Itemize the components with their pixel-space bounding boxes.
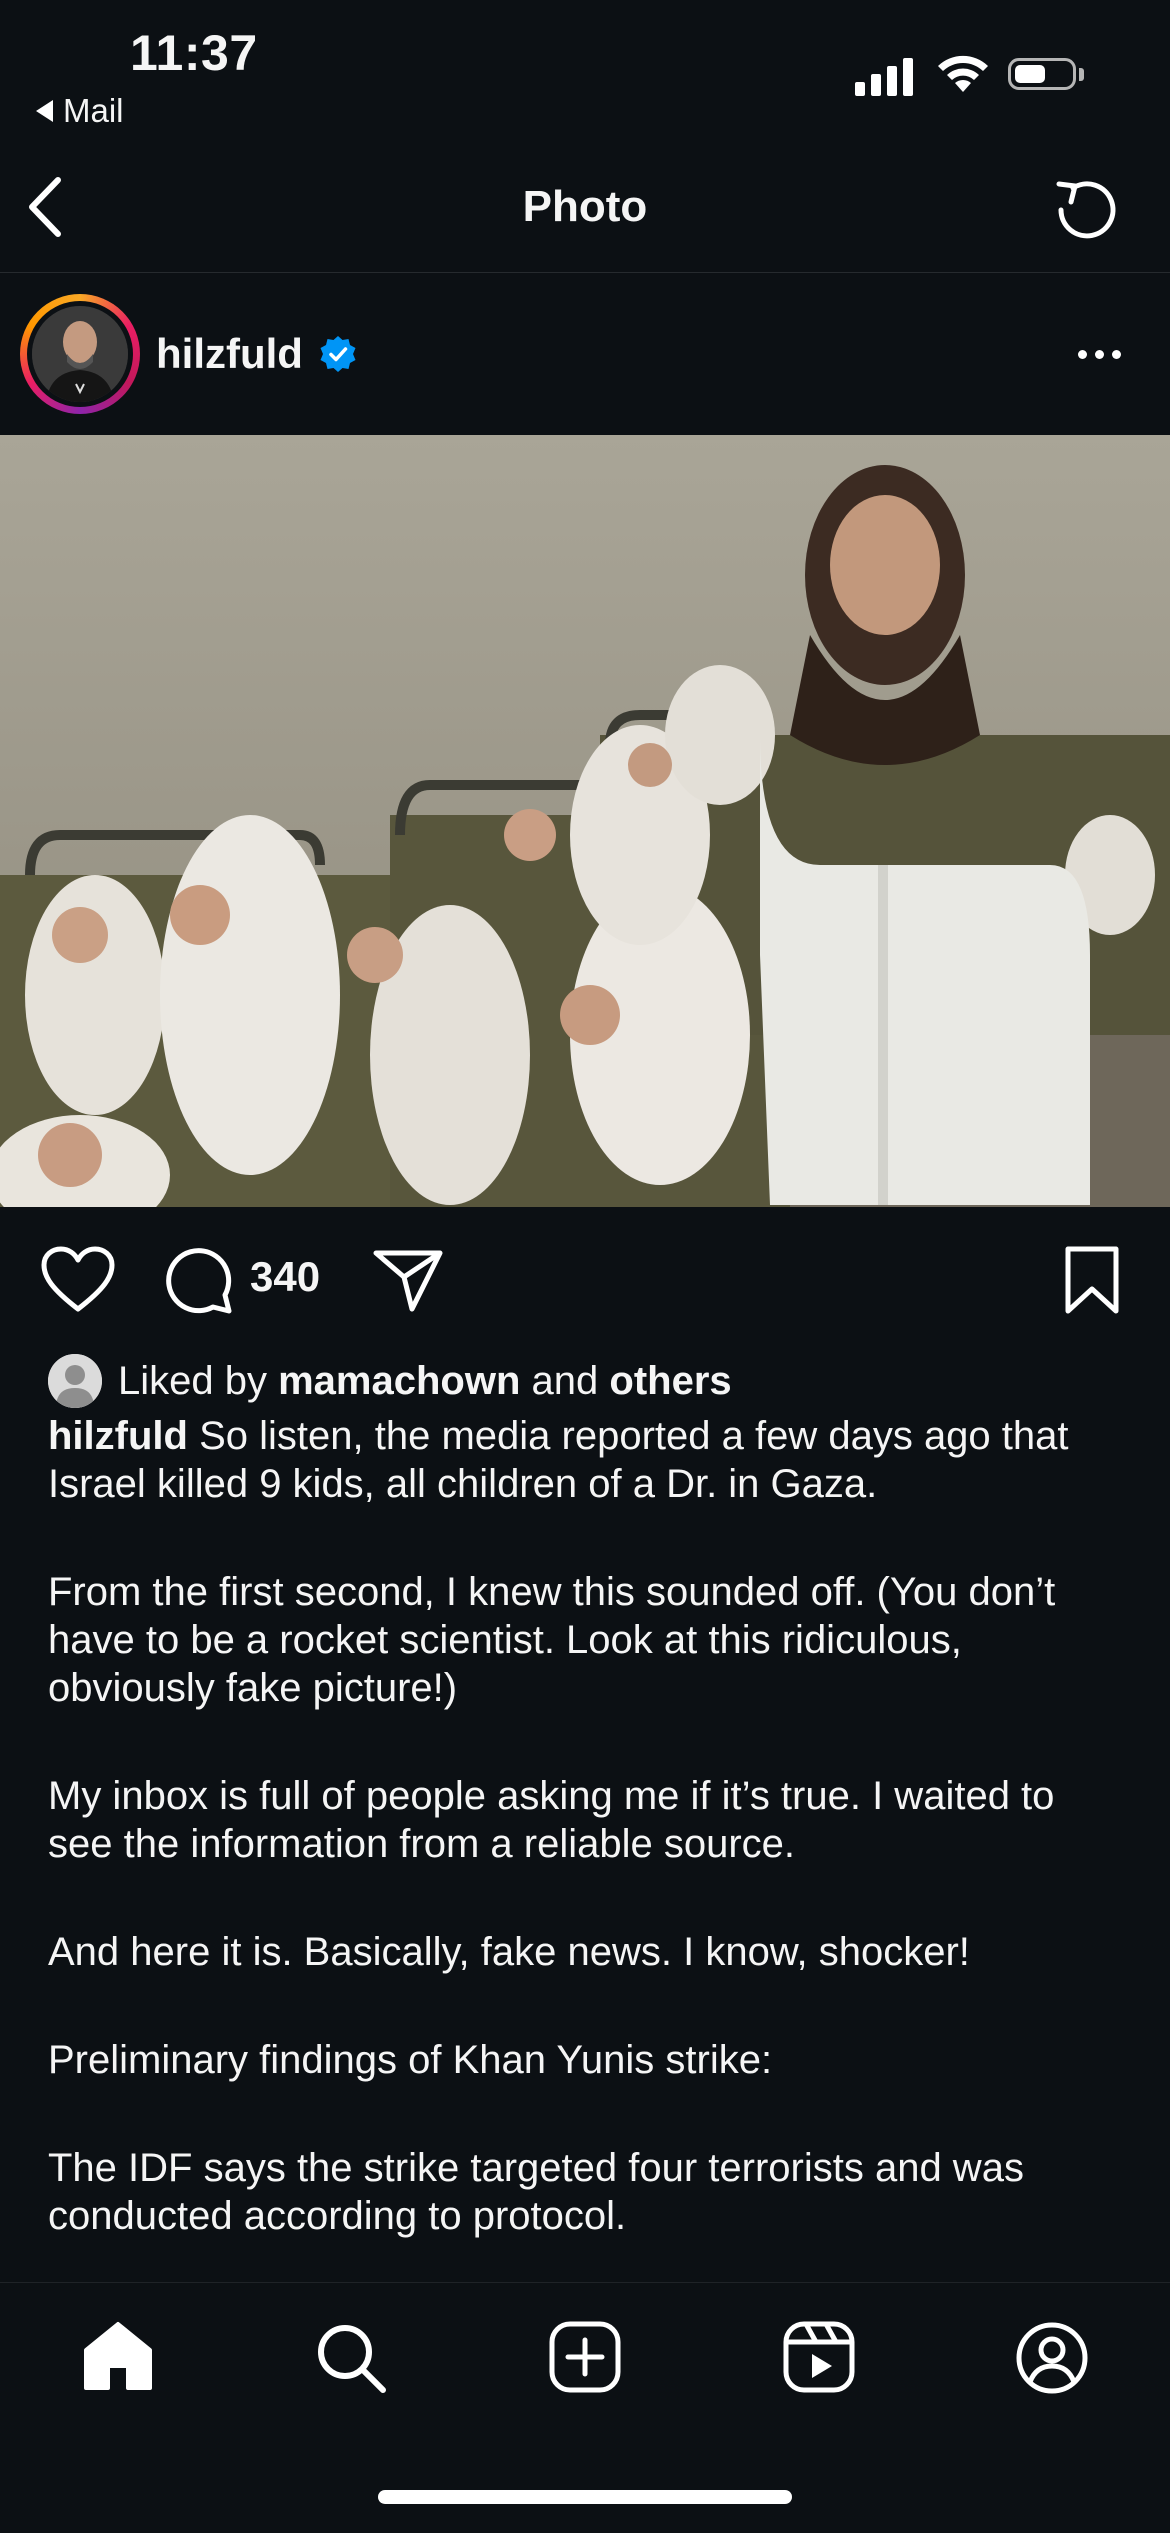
status-time: 11:37: [130, 25, 258, 81]
tab-home[interactable]: [80, 2320, 156, 2397]
nav-divider: [0, 272, 1170, 273]
plus-square-icon: [549, 2321, 621, 2393]
battery-icon: [1008, 58, 1076, 90]
page-title: Photo: [522, 182, 648, 231]
caption-paragraph: From the first second, I knew this sound…: [48, 1570, 1056, 1710]
caption-username[interactable]: hilzfuld: [48, 1414, 188, 1458]
post-caption: hilzfuld So listen, the media reported a…: [48, 1412, 1128, 2300]
avatar[interactable]: [32, 306, 128, 402]
liker-avatar: [48, 1354, 102, 1408]
liked-and: and: [531, 1358, 599, 1403]
like-button[interactable]: [40, 1245, 116, 1320]
post-photo[interactable]: [0, 435, 1170, 1207]
caption-paragraph: Preliminary findings of Khan Yunis strik…: [48, 2038, 773, 2082]
heart-icon: [41, 1246, 115, 1312]
back-triangle-icon: [36, 100, 53, 122]
share-button[interactable]: [372, 1247, 444, 1320]
liked-by-row[interactable]: Liked by mamachown and others: [48, 1354, 732, 1408]
refresh-button[interactable]: [1045, 172, 1125, 257]
cellular-signal-icon: [855, 56, 913, 96]
reels-icon: [783, 2321, 855, 2393]
caption-paragraph: The IDF says the strike targeted four te…: [48, 2146, 1024, 2238]
bookmark-icon: [1065, 1246, 1119, 1314]
back-to-app-link[interactable]: Mail: [36, 92, 124, 130]
search-icon: [318, 2325, 386, 2393]
liked-prefix: Liked by: [118, 1358, 267, 1403]
wifi-icon: [935, 52, 991, 99]
home-indicator[interactable]: [378, 2490, 792, 2504]
photo-image-icon: [0, 435, 1170, 1207]
comment-icon: [166, 1248, 232, 1314]
liked-user[interactable]: mamachown: [278, 1359, 520, 1403]
back-app-label: Mail: [63, 92, 124, 129]
battery-cap: [1079, 68, 1084, 81]
refresh-icon: [1056, 181, 1116, 239]
home-icon: [84, 2322, 152, 2390]
caption-paragraph: So listen, the media reported a few days…: [48, 1414, 1069, 1506]
tab-profile[interactable]: [1014, 2320, 1090, 2401]
more-options-icon[interactable]: [1078, 350, 1121, 359]
liked-others[interactable]: others: [609, 1359, 731, 1403]
tab-reels[interactable]: [782, 2320, 856, 2399]
comment-button[interactable]: [163, 1245, 235, 1322]
profile-icon: [1016, 2322, 1088, 2394]
tab-search[interactable]: [313, 2320, 389, 2401]
caption-paragraph: My inbox is full of people asking me if …: [48, 1774, 1055, 1866]
caption-paragraph: And here it is. Basically, fake news. I …: [48, 1930, 970, 1974]
tab-create[interactable]: [548, 2320, 622, 2399]
comment-count[interactable]: 340: [250, 1253, 320, 1301]
verified-badge-icon: [318, 334, 358, 379]
save-button[interactable]: [1062, 1245, 1122, 1322]
post-username[interactable]: hilzfuld: [156, 330, 303, 378]
send-icon: [373, 1250, 443, 1312]
